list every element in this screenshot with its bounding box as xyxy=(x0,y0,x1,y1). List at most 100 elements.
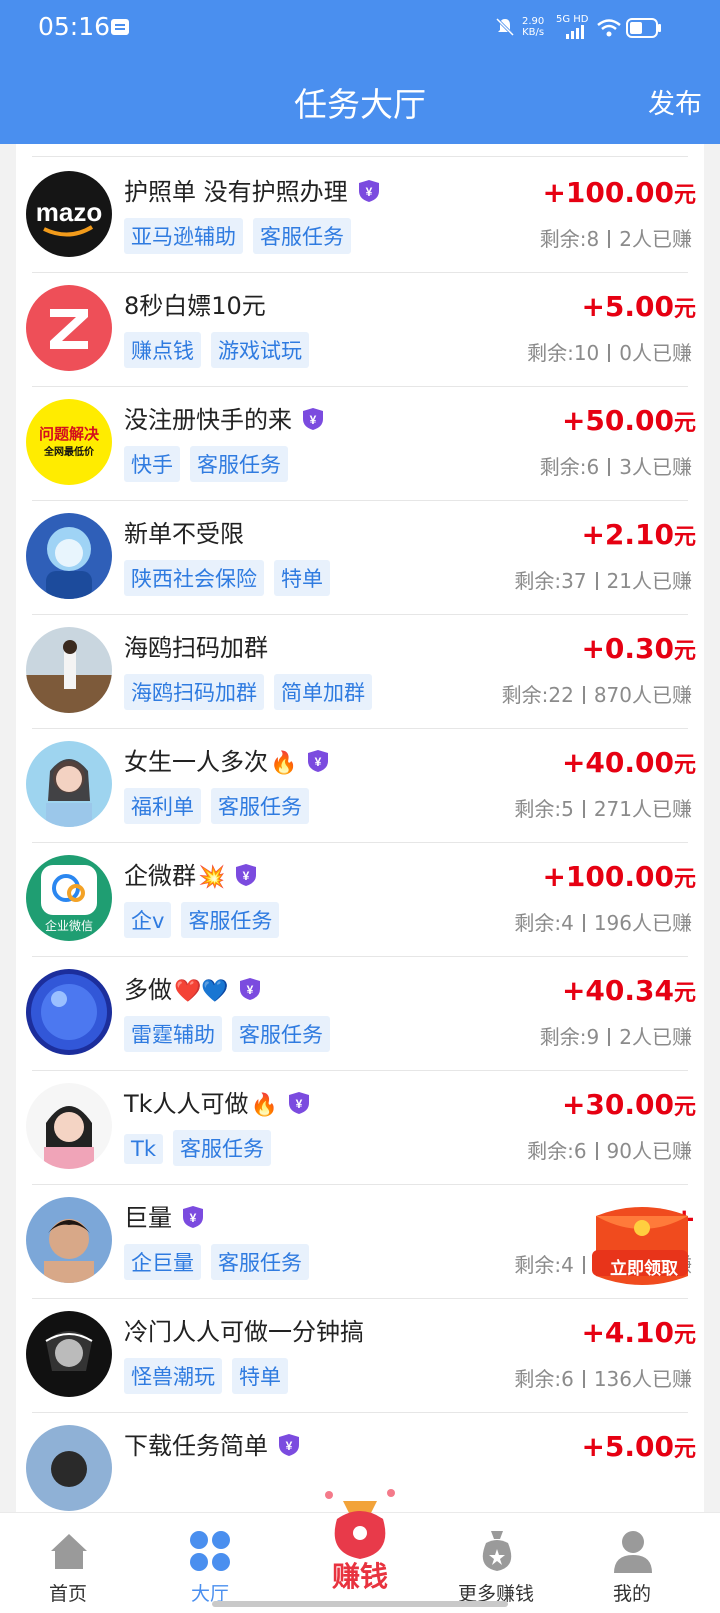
task-tag: Tk xyxy=(124,1134,163,1164)
avatar-text: 问题解决 xyxy=(38,425,99,443)
task-avatar xyxy=(26,513,112,599)
task-title: 冷门人人可做一分钟搞 xyxy=(124,1312,364,1347)
vip-badge-icon: ¥ xyxy=(308,750,329,772)
task-remaining: 剩余:4 xyxy=(514,1253,574,1277)
task-price: +2.10 xyxy=(581,518,674,551)
nav-home[interactable]: 首页 xyxy=(8,1513,128,1613)
task-remaining: 剩余:10 xyxy=(527,341,600,365)
task-item[interactable]: 8秒白嫖10元赚点钱 游戏试玩 +5.00元剩余:10 0人已赚 xyxy=(16,270,704,387)
task-title-text: 女生一人多次 xyxy=(124,748,268,776)
task-remaining: 剩余:22 xyxy=(501,683,574,707)
task-tags: 企v 客服任务 xyxy=(124,902,289,938)
net-speed-unit: KB/s xyxy=(522,27,545,38)
task-title-text: 下载任务简单 xyxy=(124,1432,268,1460)
nav-mine[interactable]: 我的 xyxy=(572,1513,692,1613)
task-avatar xyxy=(26,627,112,713)
task-title: Tk人人可做🔥 ¥ xyxy=(124,1084,310,1119)
task-price: +30.00 xyxy=(561,1088,674,1121)
task-item[interactable]: 冷门人人可做一分钟搞 怪兽潮玩 特单 +4.10元 剩余:6 136人已赚 xyxy=(16,1296,704,1413)
task-meta: 剩余:4 196人已赚 xyxy=(514,907,692,936)
bottom-nav: 首页 大厅 赚钱 更多赚钱 我的 xyxy=(0,1489,720,1613)
task-list[interactable]: mazo 护照单 没有护照办理 ¥ 亚马逊辅助 客服任务 +100.00元 剩余:8 2人已赚… xyxy=(16,144,704,1512)
task-avatar xyxy=(26,1197,112,1283)
task-title-text: 8秒白嫖10元 xyxy=(124,292,266,320)
task-price-unit: 元 xyxy=(673,981,696,1006)
meta-divider xyxy=(582,686,585,704)
task-item[interactable]: 多做❤️💙 ¥ 雷霆辅助 客服任务 +40.34元 剩余:9 2人已赚 xyxy=(16,954,704,1071)
task-title-text: 新单不受限 xyxy=(124,520,244,548)
svg-text:¥: ¥ xyxy=(310,413,317,427)
task-price-unit: 元 xyxy=(673,183,696,208)
task-tags: 福利单 客服任务 xyxy=(124,788,319,824)
task-avatar xyxy=(26,1425,112,1511)
nav-earn-label: 赚钱 xyxy=(331,1560,388,1593)
task-title: 新单不受限 xyxy=(124,514,244,549)
task-avatar xyxy=(26,741,112,827)
money-bag-icon xyxy=(325,1489,395,1559)
task-meta: 剩余:37 21人已赚 xyxy=(514,565,692,594)
task-meta: 剩余:6 3人已赚 xyxy=(540,451,692,480)
nav-hall[interactable]: 大厅 xyxy=(150,1513,270,1613)
task-tags: 快手 客服任务 xyxy=(124,446,298,482)
partial-avatar xyxy=(26,1425,112,1511)
task-reward: +4.10元 xyxy=(581,1316,696,1349)
svg-text:mazo: mazo xyxy=(36,197,102,227)
task-price-unit: 元 xyxy=(673,753,696,778)
svg-text:¥: ¥ xyxy=(286,1439,293,1453)
meta-divider xyxy=(595,572,598,590)
net-speed: 2.90 KB/s xyxy=(522,16,544,38)
network-type: 5G HD xyxy=(556,14,589,25)
task-item[interactable]: 女生一人多次🔥 ¥ 福利单 客服任务 +40.00元 剩余:5 271人已赚 xyxy=(16,726,704,843)
task-tags: 雷霆辅助 客服任务 xyxy=(124,1016,340,1052)
meta-divider xyxy=(582,1256,585,1274)
wifi-icon xyxy=(597,19,621,37)
task-reward: +2.10元 xyxy=(581,518,696,551)
task-item[interactable]: 问题解决 全网最低价 没注册快手的来 ¥ 快手 客服任务 +50.00元 剩余:6 3人已赚 xyxy=(16,384,704,501)
svg-text:¥: ¥ xyxy=(315,755,322,769)
task-tag: 客服任务 xyxy=(253,218,351,254)
nav-earn[interactable]: 赚钱 xyxy=(300,1489,420,1613)
task-title: 多做❤️💙 ¥ xyxy=(124,970,261,1005)
task-price: +100.00 xyxy=(542,860,674,893)
grid-icon xyxy=(190,1531,230,1571)
nav-more-earn[interactable]: 更多赚钱 xyxy=(436,1513,556,1613)
task-price-unit: 元 xyxy=(673,1095,696,1120)
home-icon xyxy=(51,1534,87,1569)
vip-badge-icon: ¥ xyxy=(279,1434,299,1456)
task-earned: 3人已赚 xyxy=(619,455,692,479)
task-item[interactable]: 企业微信 企微群💥 ¥ 企v 客服任务 +100.00元 剩余:4 196人已赚 xyxy=(16,840,704,957)
task-title-text: 巨量 xyxy=(124,1204,172,1232)
task-reward: +50.00元 xyxy=(562,404,696,437)
task-tag: 福利单 xyxy=(124,788,201,824)
floating-redpack-button[interactable]: 立即领取 xyxy=(588,1204,696,1292)
meta-divider xyxy=(608,344,611,362)
task-avatar xyxy=(26,1311,112,1397)
task-emoji: 🔥 xyxy=(250,1093,278,1118)
avatar-text: 企业微信 xyxy=(44,919,93,933)
task-item[interactable]: mazo 护照单 没有护照办理 ¥ 亚马逊辅助 客服任务 +100.00元 剩余:8 2人已赚 xyxy=(16,156,704,273)
task-meta: 剩余:10 0人已赚 xyxy=(527,337,692,366)
task-emoji: ❤️💙 xyxy=(174,979,229,1004)
task-remaining: 剩余:5 xyxy=(514,797,574,821)
task-title: 护照单 没有护照办理 ¥ xyxy=(124,172,380,207)
task-earned: 136人已赚 xyxy=(593,1367,692,1391)
task-tags: 赚点钱 游戏试玩 xyxy=(124,332,319,368)
task-tag: 简单加群 xyxy=(274,674,372,710)
task-emoji: 💥 xyxy=(198,865,226,890)
publish-button[interactable]: 发布 xyxy=(648,82,702,121)
home-indicator xyxy=(212,1601,508,1607)
task-item[interactable]: 新单不受限 陕西社会保险 特单 +2.10元 剩余:37 21人已赚 xyxy=(16,498,704,615)
svg-text:¥: ¥ xyxy=(365,185,372,199)
task-reward: +40.34元 xyxy=(562,974,696,1007)
z-logo-avatar xyxy=(26,285,112,371)
task-item[interactable]: 海鸥扫码加群 海鸥扫码加群 简单加群 +0.30元 剩余:22 870人已赚 xyxy=(16,612,704,729)
task-item[interactable]: Tk人人可做🔥 ¥ Tk 客服任务 +30.00元 剩余:6 90人已赚 xyxy=(16,1068,704,1185)
user-icon xyxy=(614,1531,652,1573)
task-reward: +100.00元 xyxy=(542,860,696,893)
task-meta: 剩余:6 136人已赚 xyxy=(514,1363,692,1392)
vip-badge-icon: ¥ xyxy=(183,1206,203,1228)
status-bar: 05:16 2.90 KB/s 5G HD xyxy=(0,0,720,56)
status-time: 05:16 xyxy=(38,12,111,41)
task-reward: +5.00元 xyxy=(581,290,696,323)
task-earned: 2人已赚 xyxy=(619,227,692,251)
